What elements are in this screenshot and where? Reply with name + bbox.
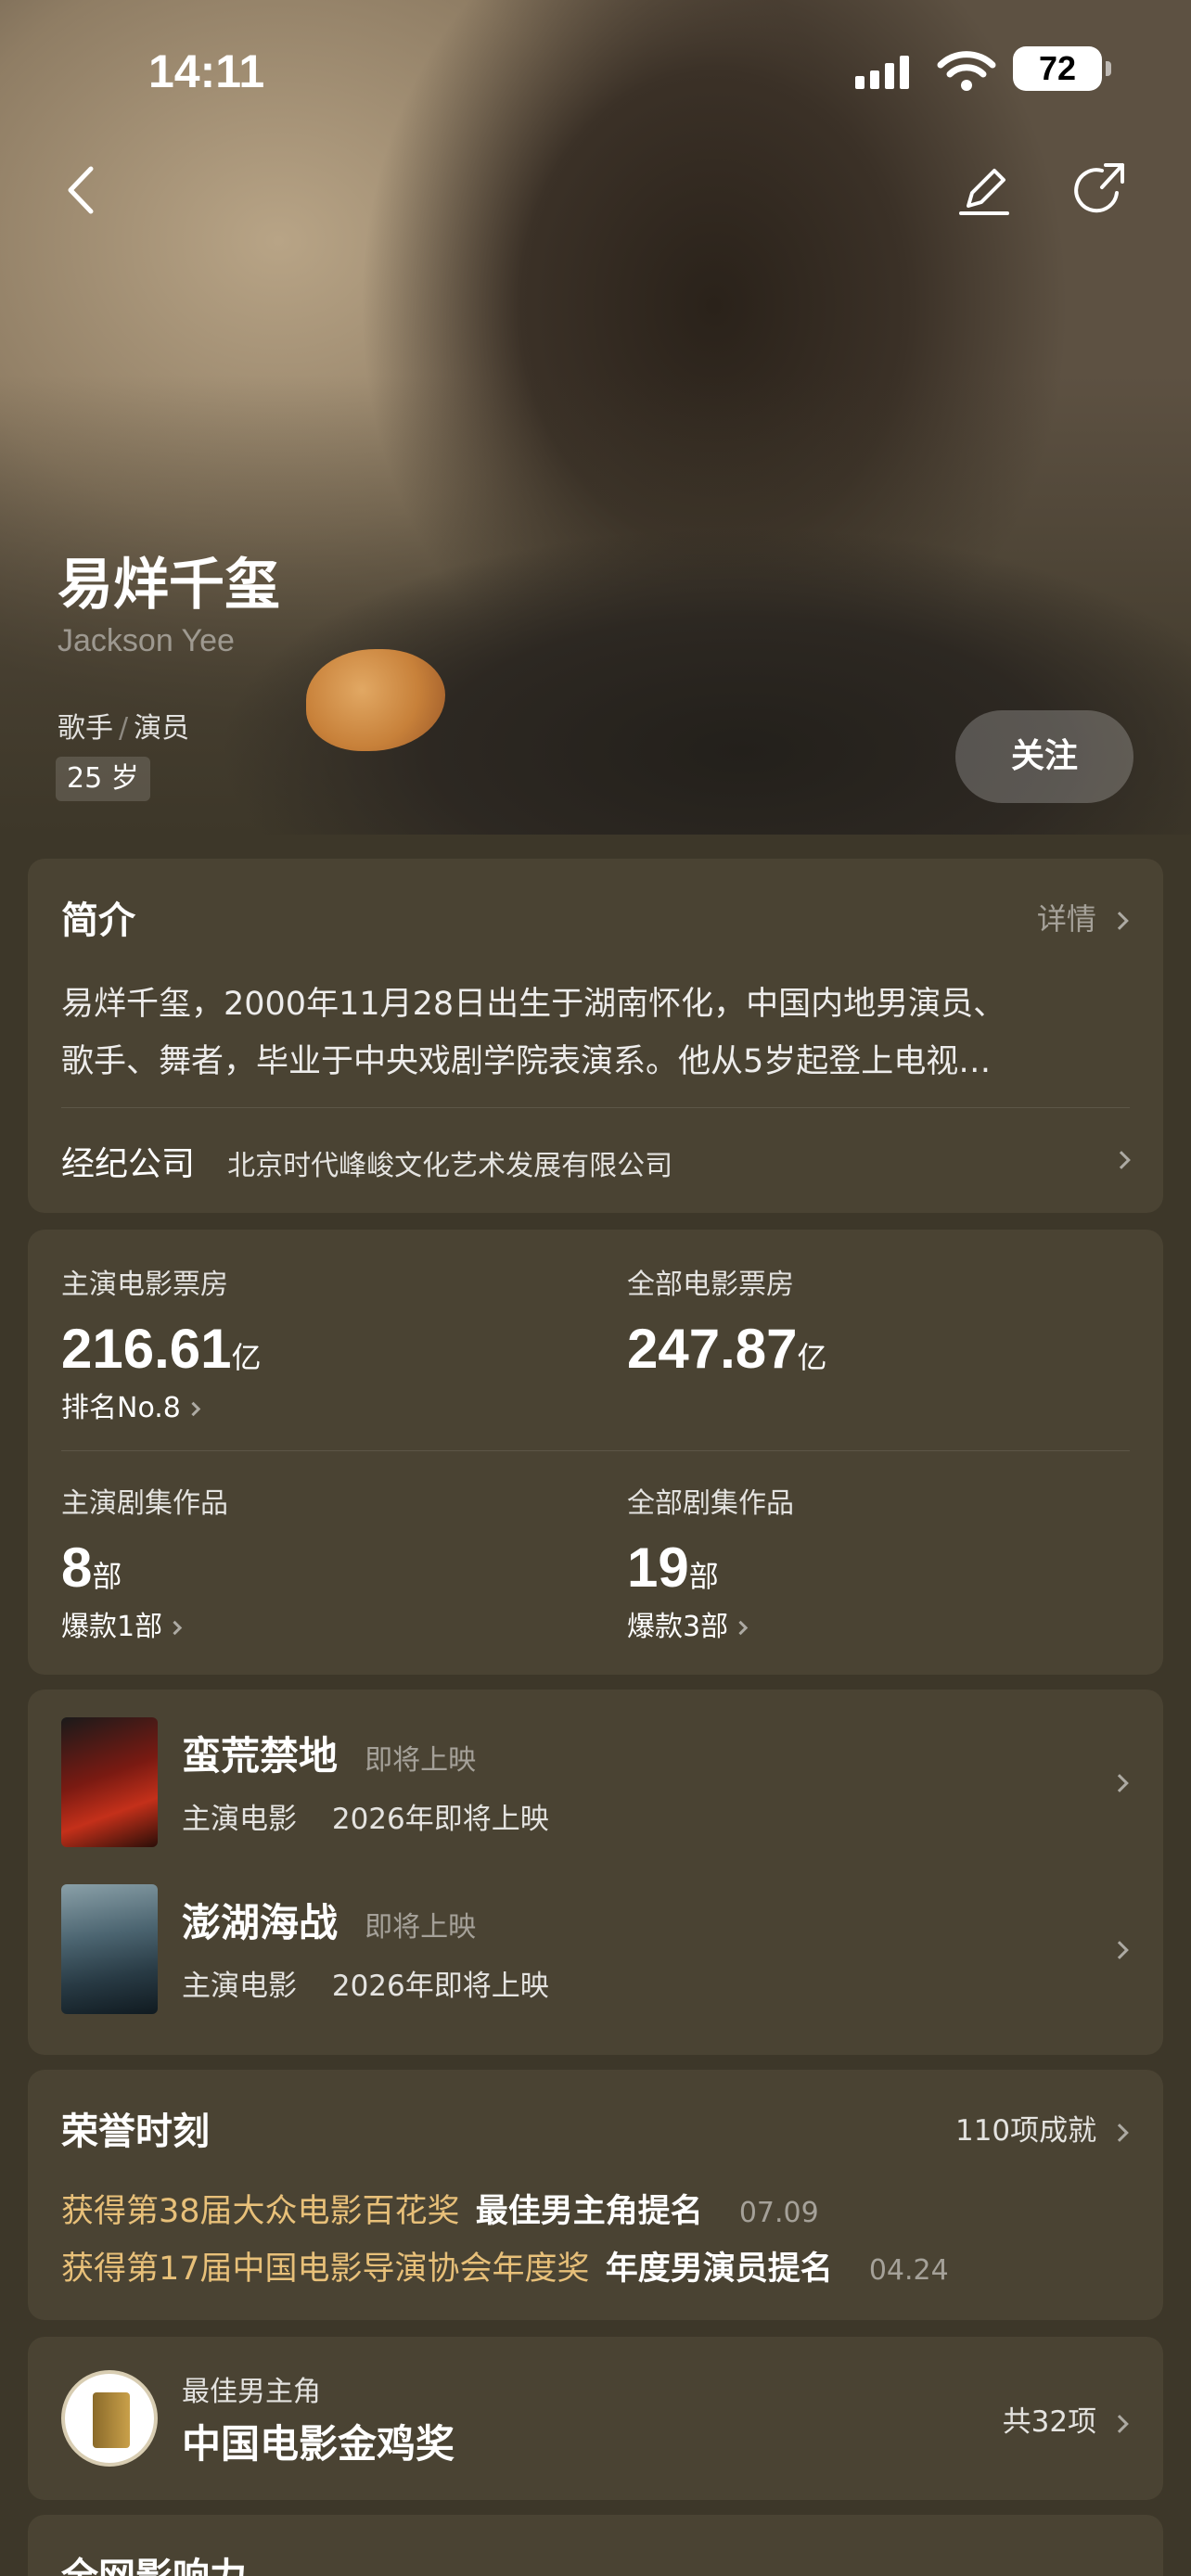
role-singer: 歌手	[58, 712, 113, 745]
intro-detail-link[interactable]: 详情	[1036, 896, 1129, 938]
honor-event: 获得第17届中国电影导演协会年度奖	[61, 2251, 590, 2288]
intro-detail-label: 详情	[1036, 901, 1096, 937]
film-status: 即将上映	[365, 1744, 477, 1777]
stats-card: 主演电影票房 216.61亿 排名No.8 全部电影票房 247.87亿 主演剧…	[28, 1230, 1163, 1675]
intro-line-2: 歌手、舞者，毕业于中央戏剧学院表演系。他从5岁起登上电视…	[61, 1043, 992, 1080]
all-box-label: 全部电影票房	[627, 1269, 794, 1301]
chevron-right-icon	[1112, 1151, 1131, 1169]
film-status: 即将上映	[365, 1911, 477, 1944]
award-subtitle: 最佳男主角	[182, 2376, 321, 2408]
honor-date: 07.09	[738, 2197, 819, 2229]
all-box-unit: 亿	[797, 1340, 827, 1375]
honors-card: 荣誉时刻 110项成就 获得第38届大众电影百花奖 最佳男主角提名 07.09 …	[28, 2070, 1163, 2320]
film-role: 主演电影	[182, 1803, 297, 1836]
lead-box-rank: 排名No.8	[61, 1392, 181, 1424]
influence-title: 全网影响力	[61, 2546, 247, 2576]
back-icon[interactable]	[50, 158, 115, 223]
chevron-right-icon	[186, 1401, 201, 1417]
chevron-right-icon	[1110, 1774, 1129, 1792]
lead-series-label: 主演剧集作品	[61, 1487, 228, 1520]
honor-event: 获得第38届大众电影百花奖	[61, 2193, 460, 2230]
artist-english-name: Jackson Yee	[58, 623, 235, 658]
all-series-label: 全部剧集作品	[627, 1487, 794, 1520]
lead-series-hits: 爆款1部	[61, 1611, 163, 1643]
chevron-right-icon	[1110, 2123, 1129, 2142]
honors-count-link[interactable]: 110项成就	[954, 2107, 1129, 2149]
intro-title: 简介	[61, 899, 135, 942]
cellular-signal-icon	[855, 56, 909, 89]
intro-card: 简介 详情 易烊千玺，2000年11月28日出生于湖南怀化，中国内地男演员、 歌…	[28, 859, 1163, 1213]
all-series[interactable]: 全部剧集作品 19部 爆款3部	[627, 1480, 794, 1644]
agency-name: 北京时代峰峻文化艺术发展有限公司	[227, 1150, 673, 1182]
honors-title: 荣誉时刻	[61, 2111, 210, 2153]
role-separator: /	[119, 712, 129, 745]
honor-award: 年度男演员提名	[605, 2251, 833, 2288]
film-date: 2026年即将上映	[331, 1970, 549, 2003]
divider	[61, 1107, 1130, 1108]
list-item[interactable]: 获得第38届大众电影百花奖 最佳男主角提名 07.09	[61, 2185, 819, 2232]
chevron-right-icon	[1110, 912, 1129, 930]
lead-box-label: 主演电影票房	[61, 1269, 228, 1301]
all-series-hits: 爆款3部	[627, 1611, 729, 1643]
upcoming-films-card: 蛮荒禁地 即将上映 主演电影 2026年即将上映 澎湖海战 即将上映 主演电影 …	[28, 1690, 1163, 2055]
share-icon[interactable]	[1069, 158, 1133, 223]
chevron-right-icon	[1110, 1941, 1129, 1959]
award-count-link[interactable]: 共32项	[1002, 2398, 1129, 2440]
film-role: 主演电影	[182, 1970, 297, 2003]
award-name: 中国电影金鸡奖	[182, 2421, 455, 2467]
lead-box-office[interactable]: 主演电影票房 216.61亿 排名No.8	[61, 1261, 262, 1425]
award-count: 共32项	[1002, 2405, 1097, 2439]
agency-label: 经纪公司	[61, 1145, 196, 1183]
battery-indicator: 72	[1013, 46, 1111, 91]
all-series-unit: 部	[688, 1559, 719, 1594]
list-item[interactable]: 澎湖海战 即将上映 主演电影 2026年即将上映	[28, 1884, 1163, 2023]
divider	[61, 1450, 1130, 1451]
intro-line-1: 易烊千玺，2000年11月28日出生于湖南怀化，中国内地男演员、	[61, 986, 1006, 1023]
film-date: 2026年即将上映	[331, 1803, 549, 1836]
chevron-right-icon	[1110, 2414, 1129, 2433]
award-card[interactable]: 最佳男主角 中国电影金鸡奖 共32项	[28, 2337, 1163, 2500]
lead-series-unit: 部	[92, 1559, 122, 1594]
chevron-right-icon	[733, 1620, 749, 1636]
chevron-right-icon	[167, 1620, 183, 1636]
film-poster	[61, 1717, 158, 1847]
all-series-value: 19	[627, 1537, 689, 1599]
edit-icon[interactable]	[952, 158, 1017, 223]
film-title: 澎湖海战	[182, 1900, 339, 1945]
age-badge: 25 岁	[56, 757, 150, 801]
artist-name: 易烊千玺	[58, 553, 280, 618]
artist-roles: 歌手 / 演员	[58, 705, 189, 746]
lead-series-value: 8	[61, 1537, 93, 1599]
follow-button[interactable]: 关注	[955, 710, 1133, 803]
intro-text[interactable]: 易烊千玺，2000年11月28日出生于湖南怀化，中国内地男演员、 歌手、舞者，毕…	[61, 976, 1137, 1090]
film-poster	[61, 1884, 158, 2014]
all-box-value: 247.87	[627, 1318, 798, 1380]
role-actor: 演员	[134, 712, 190, 745]
golden-rooster-logo	[61, 2370, 158, 2467]
lead-box-unit: 亿	[231, 1340, 262, 1375]
status-bar: 14:11 72	[0, 39, 1191, 104]
honor-award: 最佳男主角提名	[475, 2193, 703, 2230]
lead-series[interactable]: 主演剧集作品 8部 爆款1部	[61, 1480, 228, 1644]
influence-card: 全网影响力	[28, 2515, 1163, 2576]
list-item[interactable]: 获得第17届中国电影导演协会年度奖 年度男演员提名 04.24	[61, 2242, 949, 2289]
wifi-icon	[937, 51, 996, 91]
film-title: 蛮荒禁地	[182, 1733, 339, 1779]
honors-count: 110项成就	[954, 2114, 1097, 2148]
lead-box-value: 216.61	[61, 1318, 232, 1380]
agency-row[interactable]: 经纪公司 北京时代峰峻文化艺术发展有限公司	[61, 1137, 1137, 1183]
list-item[interactable]: 蛮荒禁地 即将上映 主演电影 2026年即将上映	[28, 1717, 1163, 1856]
honor-date: 04.24	[868, 2254, 949, 2287]
status-time: 14:11	[148, 45, 265, 97]
all-box-office: 全部电影票房 247.87亿	[627, 1261, 827, 1381]
